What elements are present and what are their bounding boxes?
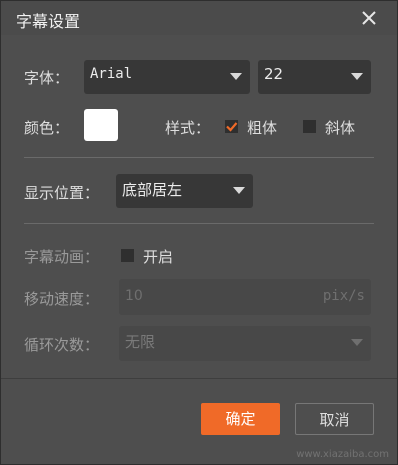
loop-label: 循环次数： — [24, 336, 100, 354]
watermark: www.xiazaiba.com — [296, 449, 389, 460]
title-bar: 字幕设置 — [1, 1, 397, 35]
dialog-title: 字幕设置 — [16, 12, 81, 31]
font-family-value: Arial — [90, 66, 133, 82]
chevron-down-icon — [351, 73, 363, 80]
speed-value: 10 — [125, 288, 143, 304]
italic-label: 斜体 — [325, 119, 356, 137]
position-select[interactable]: 底部居左 — [116, 174, 253, 208]
divider — [24, 157, 374, 158]
color-label: 颜色： — [24, 119, 70, 137]
italic-checkbox[interactable] — [303, 120, 316, 133]
speed-label: 移动速度： — [24, 290, 100, 308]
font-label: 字体： — [24, 69, 70, 87]
checkmark-icon — [226, 122, 238, 132]
speed-input[interactable]: 10 pix/s — [119, 279, 371, 315]
font-size-select[interactable]: 22 — [258, 60, 371, 94]
animation-label: 字幕动画： — [24, 248, 100, 266]
divider — [24, 223, 374, 224]
loop-value: 无限 — [125, 333, 156, 351]
loop-select[interactable]: 无限 — [119, 326, 371, 361]
chevron-down-icon — [351, 339, 363, 346]
footer-divider — [1, 378, 397, 379]
position-label: 显示位置： — [24, 184, 100, 202]
ok-button[interactable]: 确定 — [201, 403, 280, 435]
position-value: 底部居左 — [122, 181, 183, 199]
style-label: 样式： — [165, 119, 211, 137]
bold-checkbox[interactable] — [225, 120, 238, 133]
color-swatch[interactable] — [84, 109, 118, 141]
animation-enable-checkbox[interactable] — [121, 249, 134, 262]
close-icon[interactable] — [361, 10, 377, 26]
cancel-button[interactable]: 取消 — [295, 403, 374, 435]
chevron-down-icon — [233, 187, 245, 194]
speed-unit: pix/s — [322, 288, 365, 304]
subtitle-settings-dialog: 字幕设置 字体： Arial 22 颜色： 样式： 粗体 斜体 显示位置： 底部… — [0, 0, 398, 465]
font-size-value: 22 — [264, 65, 284, 83]
chevron-down-icon — [230, 73, 242, 80]
animation-enable-label: 开启 — [143, 248, 174, 266]
bold-label: 粗体 — [247, 119, 278, 137]
font-family-select[interactable]: Arial — [84, 60, 250, 94]
